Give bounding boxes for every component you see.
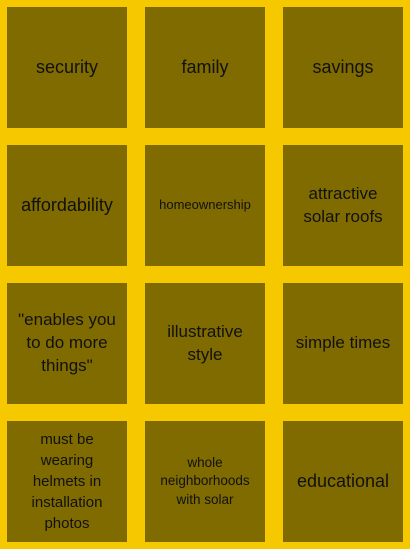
tile-must-be-wearing-helmets[interactable]: must be wearing helmets in installation …	[7, 421, 127, 542]
tile-label: homeownership	[159, 197, 251, 213]
tile-homeownership[interactable]: homeownership	[145, 145, 265, 266]
tile-label: "enables you to do more things"	[18, 310, 116, 375]
tile-security[interactable]: security	[7, 7, 127, 128]
tile-label: attractive solar roofs	[303, 183, 383, 226]
tile-label: savings	[312, 56, 374, 77]
tile-whole-neighborhoods-with-solar[interactable]: whole neighborhoods with solar	[145, 421, 265, 542]
tile-label: educational	[296, 470, 390, 491]
tile-label: must be wearing helmets in installation …	[31, 431, 103, 532]
keyword-tile-grid: security family savings affordability ho…	[7, 7, 403, 542]
tile-label: whole neighborhoods with solar	[160, 455, 250, 507]
tile-label: security	[35, 56, 98, 77]
tile-label: family	[181, 56, 229, 77]
tile-family[interactable]: family	[145, 7, 265, 128]
tile-label: affordability	[21, 194, 113, 215]
tile-attractive-solar-roofs[interactable]: attractive solar roofs	[283, 145, 403, 266]
tile-educational[interactable]: educational	[283, 421, 403, 542]
tile-enables-you-to-do-more-things[interactable]: "enables you to do more things"	[7, 283, 127, 404]
tile-simple-times[interactable]: simple times	[283, 283, 403, 404]
tile-affordability[interactable]: affordability	[7, 145, 127, 266]
tile-illustrative-style[interactable]: illustrative style	[145, 283, 265, 404]
tile-label: simple times	[295, 333, 391, 353]
tile-label: illustrative style	[167, 321, 243, 364]
tile-savings[interactable]: savings	[283, 7, 403, 128]
